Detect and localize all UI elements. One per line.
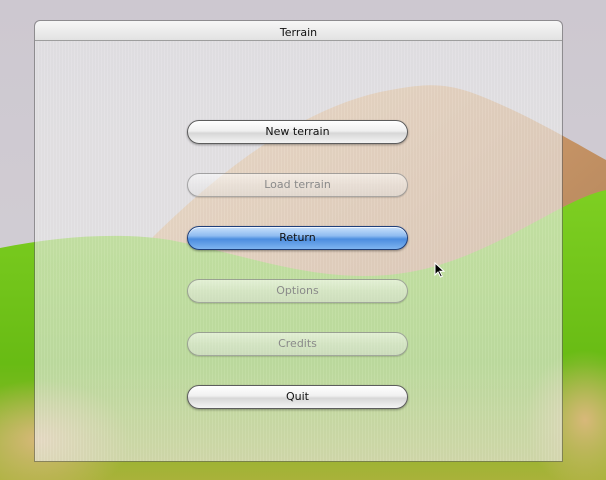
load-terrain-button: Load terrain — [187, 173, 408, 197]
return-button[interactable]: Return — [187, 226, 408, 250]
terrain-window: Terrain New terrain Load terrain Return … — [35, 21, 562, 461]
quit-button[interactable]: Quit — [187, 385, 408, 409]
options-button: Options — [187, 279, 408, 303]
new-terrain-button[interactable]: New terrain — [187, 120, 408, 144]
window-title: Terrain — [279, 26, 318, 39]
window-titlebar[interactable]: Terrain — [35, 21, 562, 41]
window-body: New terrain Load terrain Return Options … — [35, 41, 562, 461]
credits-button: Credits — [187, 332, 408, 356]
arrow-cursor-icon — [434, 261, 446, 278]
